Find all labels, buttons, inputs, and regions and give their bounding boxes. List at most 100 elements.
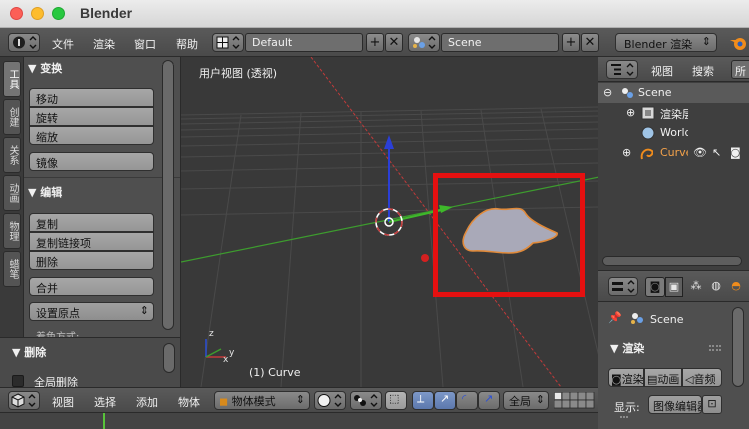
layers-grid[interactable] xyxy=(554,392,598,409)
pivot-point-dropdown[interactable] xyxy=(350,391,382,410)
scene-context-tab[interactable]: ⁂ xyxy=(687,277,705,297)
outliner-row-render-layers[interactable]: ⊕ 渲染层 xyxy=(598,103,749,123)
timeline-area[interactable] xyxy=(0,412,628,429)
view-axis-gizmo: z y x xyxy=(205,329,235,365)
render-audio-button[interactable]: ◁音频 xyxy=(682,368,722,387)
close-window-button[interactable] xyxy=(10,7,23,20)
render-layers-context-tab[interactable]: ▣ xyxy=(665,277,683,297)
rotate-button[interactable]: 旋转 xyxy=(29,107,154,126)
tab-tools[interactable]: 工具 xyxy=(3,61,21,97)
menu-file[interactable]: 文件 xyxy=(52,36,74,52)
properties-scrollbar[interactable] xyxy=(732,307,744,387)
transform-panel-header[interactable]: ▼ 变换 xyxy=(28,60,178,78)
tab-physics[interactable]: 物理 xyxy=(3,213,21,249)
duplicate-button[interactable]: 复制 xyxy=(29,213,154,232)
add-scene-button[interactable]: + xyxy=(562,33,580,52)
manipulate-center-toggle[interactable]: ⬚ xyxy=(385,391,407,410)
world-context-tab[interactable]: ◍ xyxy=(707,277,725,297)
drag-handle-icon[interactable] xyxy=(709,345,721,351)
add-screen-button[interactable]: + xyxy=(366,33,384,52)
move-button[interactable]: 移动 xyxy=(29,88,154,107)
lock-interface-toggle[interactable]: ⊡ xyxy=(702,395,722,414)
gizmo-x-label: x xyxy=(223,355,229,365)
remove-scene-button[interactable]: ✕ xyxy=(581,33,599,52)
transform-orientation-dropdown[interactable]: 全局 ⇕ xyxy=(503,391,549,410)
eye-icon[interactable]: 👁 xyxy=(693,146,707,159)
clapper-icon: ▤ xyxy=(647,373,658,386)
screen-layout-field[interactable]: Default xyxy=(245,33,363,52)
window-title: Blender xyxy=(80,5,133,21)
screen-layout-selector[interactable] xyxy=(212,33,244,52)
editor-type-outliner-button[interactable] xyxy=(606,60,638,79)
tab-relations[interactable]: 关系 xyxy=(3,137,21,173)
global-delete-checkbox[interactable] xyxy=(12,375,24,387)
editor-type-3d-view-button[interactable] xyxy=(8,391,40,410)
outliner-row-world[interactable]: World xyxy=(598,123,749,143)
close-icon: ✕ xyxy=(584,35,596,50)
object-context-tab[interactable]: ◓ xyxy=(727,277,745,297)
outliner-row-curve[interactable]: ⊕ Curve 👁 ↖ ◙ xyxy=(598,143,749,163)
info-header: 文件 渲染 窗口 帮助 Default + ✕ Scene + ✕ Blende… xyxy=(0,28,749,57)
menu-view[interactable]: 视图 xyxy=(52,394,74,410)
editor-type-info-button[interactable] xyxy=(8,33,40,52)
render-image-button[interactable]: ◙渲染 xyxy=(608,368,644,387)
outliner-display-mode[interactable]: 所 xyxy=(731,60,749,79)
menu-object[interactable]: 物体 xyxy=(178,394,200,410)
tab-create[interactable]: 创建 xyxy=(3,99,21,135)
render-animation-button[interactable]: ▤动画 xyxy=(644,368,682,387)
delete-panel-header[interactable]: ▼ 删除 xyxy=(12,344,46,360)
close-icon: ✕ xyxy=(388,35,400,50)
viewport-shading-dropdown[interactable] xyxy=(314,391,346,410)
translate-manipulator-toggle[interactable]: ↗ xyxy=(434,391,456,410)
scene-selector[interactable] xyxy=(408,33,440,52)
cursor-select-icon[interactable]: ↖ xyxy=(712,146,721,159)
maximize-window-button[interactable] xyxy=(52,7,65,20)
object-icon: ◓ xyxy=(731,279,741,292)
set-origin-dropdown[interactable]: 设置原点 ⇕ xyxy=(29,302,154,321)
rotate-manipulator-toggle[interactable]: ◜ xyxy=(456,391,478,410)
menu-add[interactable]: 添加 xyxy=(136,394,158,410)
scale-button[interactable]: 缩放 xyxy=(29,126,154,145)
panel-divider xyxy=(24,177,180,178)
delete-button[interactable]: 删除 xyxy=(29,251,154,270)
duplicate-linked-button[interactable]: 复制链接项 xyxy=(29,232,154,251)
x-arrow-head[interactable] xyxy=(421,254,429,262)
plus-icon: + xyxy=(565,35,577,50)
camera-render-icon[interactable]: ◙ xyxy=(730,146,741,159)
minimize-window-button[interactable] xyxy=(31,7,44,20)
editor-type-properties-button[interactable] xyxy=(608,277,638,296)
outliner-menu-search[interactable]: 搜索 xyxy=(692,63,714,79)
outliner-horizontal-scrollbar[interactable] xyxy=(602,256,742,266)
disclosure-triangle-icon: ▼ xyxy=(12,346,25,359)
scene-field[interactable]: Scene xyxy=(441,33,559,52)
outliner-menu-view[interactable]: 视图 xyxy=(651,63,673,79)
edit-panel-header[interactable]: ▼ 编辑 xyxy=(28,184,178,202)
remove-screen-button[interactable]: ✕ xyxy=(385,33,403,52)
current-frame-indicator[interactable] xyxy=(103,413,105,429)
tool-shelf-scrollbar[interactable] xyxy=(162,60,174,330)
interaction-mode-dropdown[interactable]: ◼ 物体模式 ⇕ xyxy=(214,391,310,410)
display-mode-dropdown[interactable]: 图像编辑器 xyxy=(648,395,702,414)
expand-icon[interactable]: ⊕ xyxy=(622,146,631,159)
menu-select[interactable]: 选择 xyxy=(94,394,116,410)
outliner-header: 视图 搜索 所 xyxy=(598,57,749,82)
join-button[interactable]: 合并 xyxy=(29,277,154,296)
properties-editor: 📌 Scene ▼ 渲染 ◙渲染 ▤动画 ◁音频 显示: 图像编辑器 ⊡ xyxy=(598,302,749,429)
render-panel-header[interactable]: ▼ 渲染 xyxy=(610,340,644,356)
menu-window[interactable]: 窗口 xyxy=(134,36,156,52)
operator-panel-scrollbar[interactable] xyxy=(163,343,175,373)
render-engine-selector[interactable]: Blender 渲染 ⇕ xyxy=(615,33,717,52)
menu-help[interactable]: 帮助 xyxy=(176,36,198,52)
tab-animation[interactable]: 动画 xyxy=(3,175,21,211)
outliner-row-scene[interactable]: ⊖ Scene xyxy=(598,83,749,103)
expand-icon[interactable]: ⊕ xyxy=(626,106,635,119)
mirror-button[interactable]: 镜像 xyxy=(29,152,154,171)
pin-icon[interactable]: 📌 xyxy=(608,311,622,324)
blender-logo-icon xyxy=(730,38,746,50)
scale-manipulator-toggle[interactable]: ↗ xyxy=(478,391,500,410)
collapse-icon[interactable]: ⊖ xyxy=(603,86,612,99)
menu-render[interactable]: 渲染 xyxy=(93,36,115,52)
tab-grease-pencil[interactable]: 蜡笔 xyxy=(3,251,21,287)
render-context-tab[interactable]: ◙ xyxy=(645,277,665,297)
manipulator-toggle[interactable]: ⟂ xyxy=(412,391,434,410)
